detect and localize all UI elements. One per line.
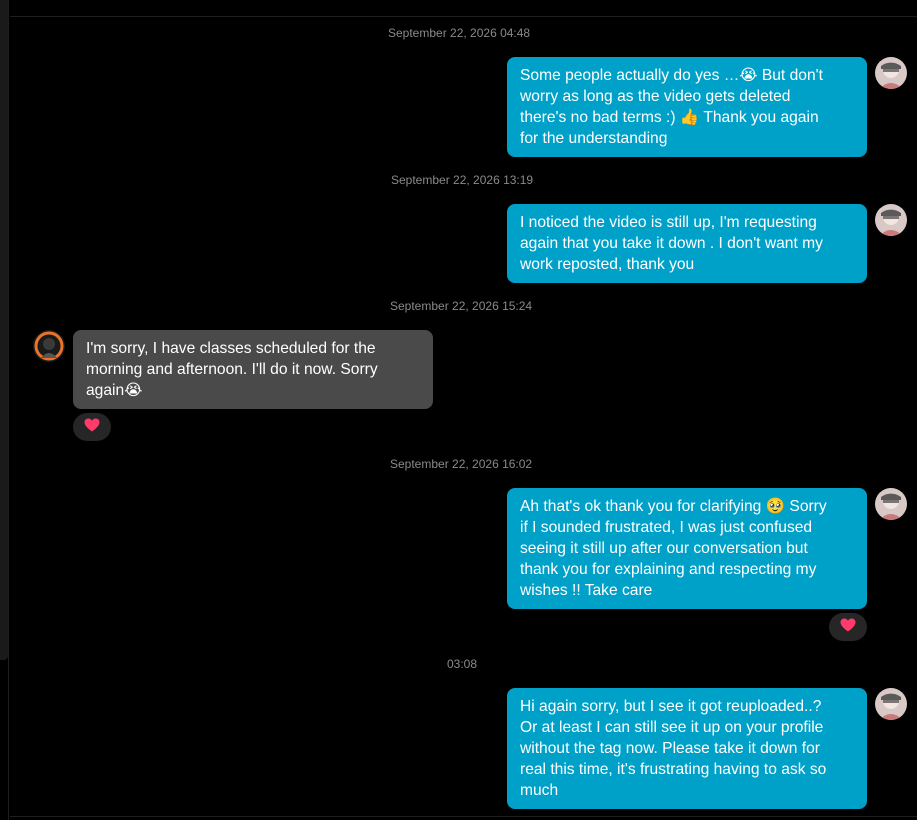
- contact-avatar[interactable]: [33, 330, 65, 362]
- user-avatar[interactable]: [875, 57, 907, 89]
- message-timestamp: September 22, 2026 15:24: [390, 299, 533, 313]
- message-line: wishes !! Take care: [520, 582, 653, 599]
- divider: [10, 816, 917, 817]
- message-line: Hi again sorry, but I see it got reuploa…: [520, 698, 822, 715]
- user-avatar[interactable]: [875, 688, 907, 720]
- message-line: morning and afternoon. I'll do it now. S…: [86, 361, 378, 378]
- message-line: worry as long as the video gets deleted: [520, 88, 791, 105]
- divider: [8, 0, 9, 820]
- message-line: Or at least I can still see it up on you…: [520, 719, 824, 736]
- message-line: there's no bad terms :) 👍 Thank you agai…: [520, 109, 819, 126]
- message-reaction[interactable]: [73, 413, 111, 441]
- outgoing-message-bubble[interactable]: Hi again sorry, but I see it got reuploa…: [507, 688, 867, 809]
- message-timestamp: September 22, 2026 13:19: [391, 173, 534, 187]
- divider: [10, 16, 917, 17]
- outgoing-message-bubble[interactable]: Ah that's ok thank you for clarifying 🥹 …: [507, 488, 867, 609]
- message-line: without the tag now. Please take it down…: [520, 740, 820, 757]
- user-avatar[interactable]: [875, 488, 907, 520]
- message-line: I'm sorry, I have classes scheduled for …: [86, 340, 376, 357]
- message-line: work reposted, thank you: [520, 256, 695, 273]
- message-reaction[interactable]: [829, 613, 867, 641]
- message-line: real this time, it's frustrating having …: [520, 761, 827, 778]
- message-line: thank you for explaining and respecting …: [520, 561, 817, 578]
- heart-icon: [84, 418, 100, 437]
- message-line: I noticed the video is still up, I'm req…: [520, 214, 817, 231]
- message-line: Some people actually do yes …😭 But don't: [520, 67, 823, 84]
- user-avatar[interactable]: [875, 204, 907, 236]
- message-timestamp: September 22, 2026 04:48: [388, 26, 531, 40]
- scrollbar[interactable]: [0, 0, 8, 660]
- heart-icon: [840, 618, 856, 637]
- incoming-message-bubble[interactable]: I'm sorry, I have classes scheduled for …: [73, 330, 433, 409]
- message-line: if I sounded frustrated, I was just conf…: [520, 519, 813, 536]
- message-line: much: [520, 782, 559, 799]
- message-timestamp: September 22, 2026 16:02: [390, 457, 533, 471]
- outgoing-message-bubble[interactable]: Some people actually do yes …😭 But don't…: [507, 57, 867, 157]
- message-line: for the understanding: [520, 130, 668, 147]
- message-line: seeing it still up after our conversatio…: [520, 540, 808, 557]
- message-line: again😭: [86, 382, 143, 399]
- message-timestamp: 03:08: [447, 657, 478, 671]
- message-line: again that you take it down . I don't wa…: [520, 235, 823, 252]
- chat-thread: September 22, 2026 04:48 Some people act…: [0, 0, 917, 820]
- outgoing-message-bubble[interactable]: I noticed the video is still up, I'm req…: [507, 204, 867, 283]
- message-line: Ah that's ok thank you for clarifying 🥹 …: [520, 498, 827, 515]
